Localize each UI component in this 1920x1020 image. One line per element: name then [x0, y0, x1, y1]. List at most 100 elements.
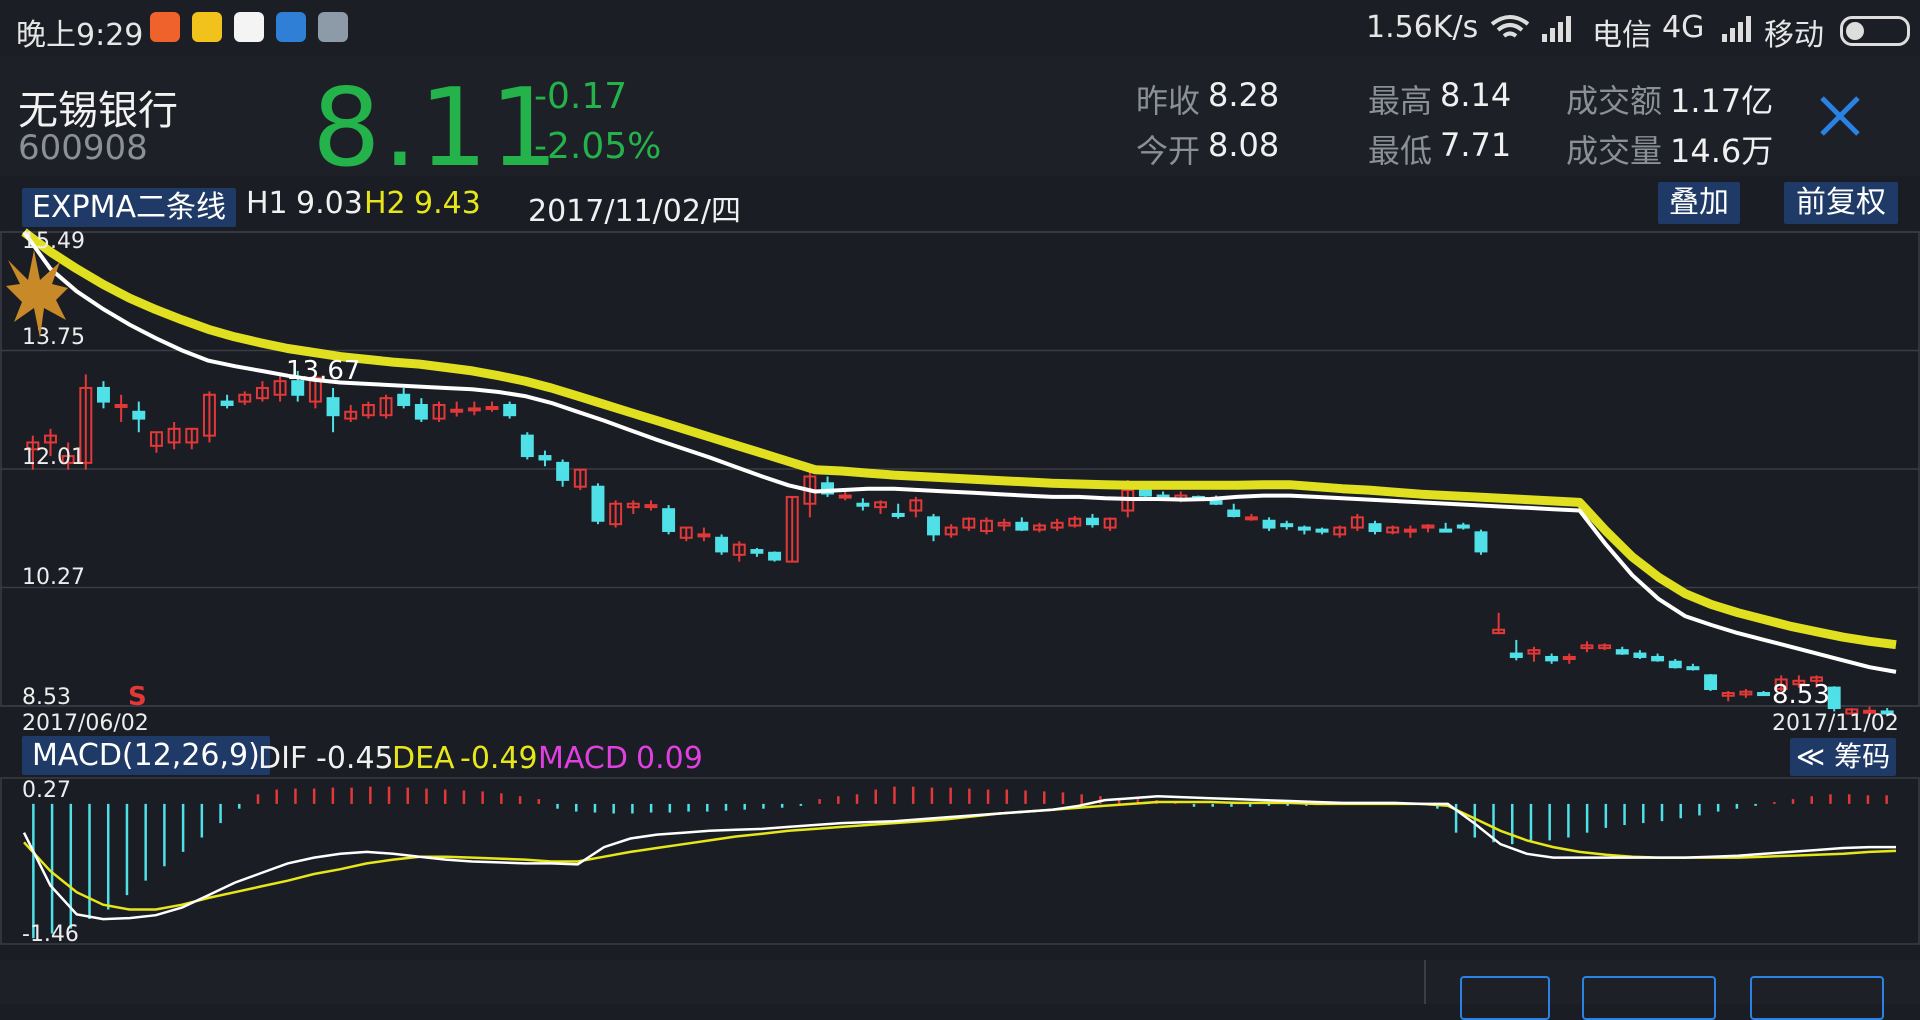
candle-body: [503, 403, 517, 417]
carrier-1: 电信: [1592, 18, 1652, 53]
candle: [1456, 522, 1470, 530]
turnover-label: 成交额: [1566, 82, 1663, 120]
candle: [821, 476, 835, 497]
candle: [1686, 663, 1700, 671]
candle-body: [856, 502, 870, 507]
candle: [609, 500, 623, 528]
turnover-value: 1.17亿: [1670, 82, 1774, 120]
overlay-button[interactable]: 叠加: [1658, 182, 1740, 224]
high-value: 8.14: [1440, 76, 1512, 114]
volume-label: 成交量: [1566, 132, 1663, 170]
prev-button[interactable]: [1582, 976, 1716, 1020]
current-price: 8.11: [312, 66, 561, 191]
candle-body: [1651, 655, 1665, 662]
candle: [361, 401, 375, 419]
candle-body: [891, 512, 905, 517]
open-label: 今开: [1136, 132, 1201, 170]
candle-body: [96, 386, 110, 403]
candle: [803, 469, 817, 518]
candle: [1262, 517, 1276, 531]
carrier-2: 移动: [1764, 18, 1824, 53]
candle: [220, 394, 234, 409]
candle-body: [1015, 521, 1029, 531]
macd-indicator-selector[interactable]: MACD(12,26,9): [22, 736, 270, 775]
candle: [326, 387, 340, 433]
candle-body: [1368, 523, 1382, 532]
next-button[interactable]: [1750, 976, 1884, 1020]
indicator-selector[interactable]: EXPMA二条线: [22, 182, 237, 227]
candle: [520, 432, 534, 460]
expma-h1-line: [22, 230, 1897, 674]
candle: [962, 517, 976, 531]
candle-body: [697, 533, 711, 538]
battery-icon: [1840, 16, 1910, 46]
candle-body: [1686, 666, 1700, 671]
candle-body: [114, 403, 128, 408]
candle: [1580, 641, 1594, 653]
chips-button[interactable]: ≪ 筹码: [1790, 738, 1896, 776]
macd-frame: [0, 777, 1920, 945]
candle: [856, 498, 870, 511]
candle-body: [485, 406, 499, 411]
macd-chart[interactable]: [0, 776, 1920, 952]
candle-body: [1456, 524, 1470, 529]
candle-body: [467, 407, 481, 412]
macd-label: MACD: [538, 741, 628, 776]
candle-body: [1262, 519, 1276, 529]
candle: [503, 401, 517, 419]
candle: [1704, 673, 1718, 692]
candle: [1633, 650, 1647, 660]
candle: [1403, 525, 1417, 538]
candle: [732, 541, 746, 562]
candle: [1474, 529, 1488, 555]
candle: [927, 513, 940, 542]
candle: [1757, 691, 1771, 697]
stock-code: 600908: [18, 128, 148, 168]
prev-close-value: 8.28: [1208, 76, 1280, 114]
candle: [556, 459, 570, 487]
candle: [255, 381, 269, 402]
candle: [715, 534, 729, 555]
toolbar-button-1[interactable]: [1460, 976, 1550, 1020]
candle-body: [1297, 526, 1311, 531]
low-label: 最低: [1368, 132, 1433, 170]
signal-icon-2: [1722, 16, 1751, 42]
candle-body: [644, 504, 658, 509]
candle: [1527, 646, 1541, 662]
candle: [785, 495, 799, 563]
wifi-icon: [1490, 15, 1530, 38]
h1-label: H1: [246, 186, 288, 221]
macd-value: 0.09: [636, 741, 703, 776]
candle: [1085, 513, 1099, 528]
h2-label: H2: [364, 186, 406, 221]
message-icon: [318, 12, 348, 42]
candle: [1032, 522, 1046, 533]
candle: [909, 496, 923, 518]
candle: [1050, 518, 1064, 531]
candle-body: [1085, 517, 1099, 526]
h2-value: 9.43: [414, 186, 481, 221]
candle: [1015, 517, 1029, 531]
candle-body: [556, 461, 570, 481]
high-label: 最高: [1368, 82, 1433, 120]
close-icon[interactable]: [1816, 92, 1864, 140]
candle: [397, 387, 411, 409]
price-change: -0.17: [534, 76, 628, 117]
candle-body: [1403, 528, 1417, 533]
candle: [1244, 513, 1258, 521]
price-adjust-button[interactable]: 前复权: [1784, 182, 1898, 224]
candle-body: [450, 408, 464, 413]
candle-body: [1280, 523, 1294, 528]
candle: [1068, 515, 1082, 528]
candle-body: [1227, 509, 1241, 517]
candle: [467, 401, 481, 416]
macd-title: MACD(12,26,9): [22, 736, 270, 775]
candle-body: [132, 410, 146, 420]
candle: [114, 394, 128, 423]
candle: [238, 391, 252, 405]
candle: [1333, 525, 1347, 538]
candle-body: [414, 403, 428, 420]
candle-body: [1827, 686, 1841, 710]
candle-body: [662, 508, 676, 532]
candlestick-chart[interactable]: [0, 222, 1920, 742]
